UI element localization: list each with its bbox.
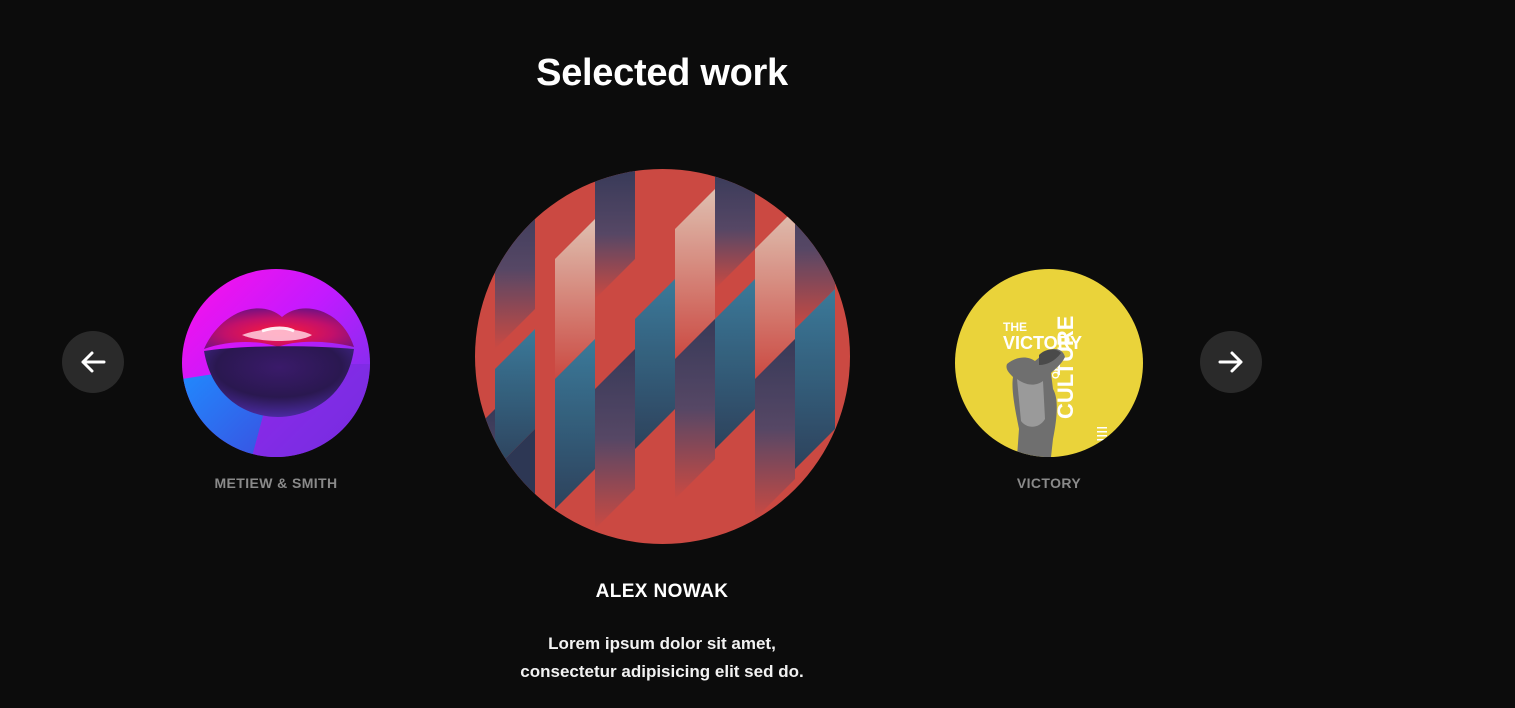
svg-text:THE: THE bbox=[1003, 320, 1027, 334]
previous-slide-button[interactable] bbox=[62, 331, 124, 393]
next-slide-button[interactable] bbox=[1200, 331, 1262, 393]
next-slide-image[interactable]: THE VICTORY CULTURE OF bbox=[955, 269, 1143, 457]
previous-slide-name: METIEW & SMITH bbox=[214, 475, 338, 491]
portfolio-slider: Selected work METIEW & SMITH ALEX NOWAK … bbox=[0, 0, 1515, 708]
description-line-2: consectetur adipisicing elit sed do. bbox=[520, 662, 804, 681]
current-slide-description: Lorem ipsum dolor sit amet, consectetur … bbox=[462, 630, 862, 686]
arrow-right-icon bbox=[1217, 348, 1245, 376]
arrow-left-icon bbox=[79, 348, 107, 376]
next-slide-name: VICTORY bbox=[1016, 475, 1082, 491]
current-slide-name: ALEX NOWAK bbox=[595, 581, 729, 602]
current-slide-image[interactable] bbox=[475, 169, 850, 544]
description-line-1: Lorem ipsum dolor sit amet, bbox=[548, 634, 776, 653]
previous-slide-image[interactable] bbox=[182, 269, 370, 457]
section-title: Selected work bbox=[536, 52, 788, 94]
